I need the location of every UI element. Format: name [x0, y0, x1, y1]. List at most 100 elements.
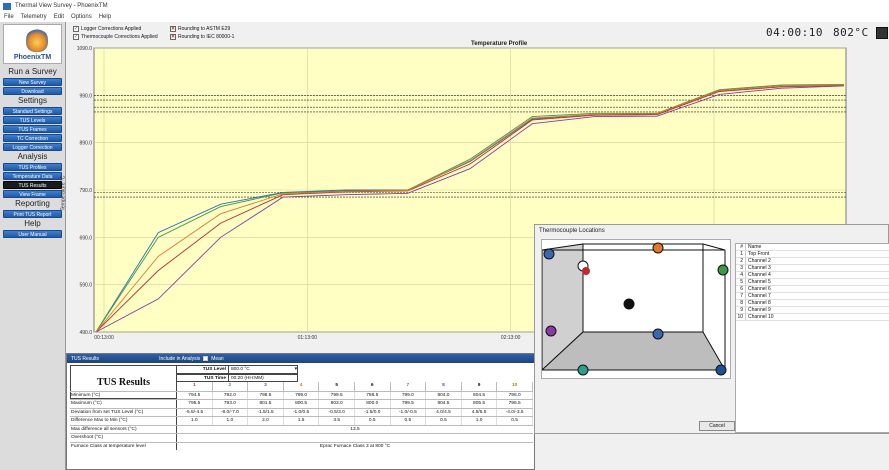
astm-rounding-option[interactable]: ✕ Rounding to ASTM E29: [170, 26, 230, 32]
channel-header: 3: [248, 382, 284, 391]
table-cell: 800.0: [355, 400, 391, 408]
view-frame-button[interactable]: View Frame: [3, 190, 62, 198]
table-cell: 799.0: [391, 391, 427, 399]
table-cell: -4.0/-3.5: [497, 408, 533, 416]
item-name: Channel 5: [748, 279, 771, 285]
temperature-data-button[interactable]: Temperature Data: [3, 172, 62, 180]
tus-levels-button[interactable]: TUS Levels: [3, 116, 62, 124]
list-item[interactable]: 3 Channel 3: [736, 265, 889, 272]
table-cell: -8.0/-7.0: [213, 408, 249, 416]
list-item[interactable]: 2 Channel 2: [736, 258, 889, 265]
phoenix-flame-icon: [26, 28, 48, 52]
thermocouple-list: # Name 1 Top Front 2 Channel 2 3 Channel 3 4 Cha…: [735, 243, 889, 433]
download-button[interactable]: Download: [3, 87, 62, 95]
list-item[interactable]: 8 Channel 8: [736, 300, 889, 307]
item-number: 7: [736, 293, 746, 299]
cancel-button[interactable]: Cancel: [699, 421, 735, 431]
tus-level-block: TUS Level 800.0 °C ▾ TUS Time 00:20 (HH:M…: [177, 365, 298, 382]
menu-options[interactable]: Options: [71, 14, 92, 20]
readout-temp: 802°C: [832, 25, 869, 39]
item-number: 2: [736, 258, 746, 264]
item-name: Channel 2: [748, 258, 771, 264]
table-cell: 800.5: [284, 400, 320, 408]
item-number: 1: [736, 251, 746, 257]
list-item[interactable]: 4 Channel 4: [736, 272, 889, 279]
table-cell: 1.0: [213, 417, 249, 425]
menu-edit[interactable]: Edit: [54, 14, 64, 20]
section-settings: Settings: [18, 96, 47, 105]
y-tick-label: 690.0: [79, 235, 92, 241]
max-diff-label: Max difference all sensors (°C): [70, 425, 177, 433]
table-cell: 0.5: [391, 417, 427, 425]
table-cell: -1.5/1.5: [248, 408, 284, 416]
furnace-3d-view: [540, 239, 731, 379]
list-item[interactable]: 6 Channel 6: [736, 286, 889, 293]
item-name: Channel 4: [748, 272, 771, 278]
x-tick-label: 02:13:00: [501, 335, 521, 341]
tus-level-select[interactable]: 800.0 °C ▾: [229, 366, 297, 373]
menu-file[interactable]: File: [4, 14, 14, 20]
window-title: Thermal View Survey - PhoenixTM: [15, 3, 108, 9]
table-cell: 792.0: [213, 391, 249, 399]
table-cell: 796.5: [497, 400, 533, 408]
app-icon: [3, 2, 11, 10]
table-cell: 799.5: [319, 391, 355, 399]
tus-results-button[interactable]: TUS Results: [3, 181, 62, 189]
table-cell: 798.5: [248, 391, 284, 399]
tus-data-rows: Minimum (°C) 794.5 792.0 798.5 799.0 799.5 798…: [70, 390, 533, 450]
row-label: Difference Max to Min (°C): [70, 417, 177, 425]
standard-settings-button[interactable]: Standard Settings: [3, 107, 62, 115]
section-run-survey: Run a Survey: [8, 67, 57, 76]
readout-time: 04:00:10: [766, 25, 823, 39]
table-cell: 0.5: [497, 417, 533, 425]
logger-correction-button[interactable]: Logger Correction: [3, 143, 62, 151]
y-tick-label: 1090.0: [77, 46, 93, 52]
furnace-cube-svg: [540, 242, 729, 376]
max-diff-row: Max difference all sensors (°C) 13.5: [70, 424, 533, 433]
list-item[interactable]: 7 Channel 7: [736, 293, 889, 300]
cross-icon[interactable]: ✕: [170, 26, 176, 32]
table-cell: 805.5: [462, 400, 498, 408]
table-cell: 799.0: [284, 391, 320, 399]
section-reporting: Reporting: [15, 199, 50, 208]
new-survey-button[interactable]: New Survey: [3, 78, 62, 86]
channel-header: 9: [462, 382, 498, 391]
y-tick-label: 490.0: [79, 330, 92, 336]
table-cell: 803.0: [319, 400, 355, 408]
menu-help[interactable]: Help: [99, 14, 111, 20]
list-item[interactable]: 10 Channel 10: [736, 314, 889, 321]
mean-checkbox[interactable]: [203, 356, 209, 361]
list-item[interactable]: 5 Channel 5: [736, 279, 889, 286]
table-cell: 804.0: [426, 391, 462, 399]
user-manual-button[interactable]: User Manual: [3, 230, 62, 238]
tus-time-value: 00:20 (HH:MM): [231, 375, 264, 381]
list-item[interactable]: 9 Channel 9: [736, 307, 889, 314]
table-cell: 0.5: [355, 417, 391, 425]
y-tick-label: 790.0: [79, 188, 92, 194]
logger-corrections-label: Logger Corrections Applied: [81, 26, 142, 32]
menu-telemetry[interactable]: Telemetry: [21, 14, 47, 20]
logger-corrections-option[interactable]: ✓ Logger Corrections Applied: [73, 26, 141, 32]
tc-correction-button[interactable]: TC Correction: [3, 134, 62, 142]
chart-title: Temperature Profile: [471, 41, 528, 47]
row-label: Deviation from set TUS Level (°C): [70, 408, 177, 416]
y-tick-label: 890.0: [79, 141, 92, 147]
furnace-class-label: Furnace Class at temperature level: [70, 442, 177, 450]
tus-panel-title: TUS Results: [71, 355, 100, 362]
print-tus-report-button[interactable]: Print TUS Report: [3, 210, 62, 218]
tus-frames-button[interactable]: TUS Frames: [3, 125, 62, 133]
astm-label: Rounding to ASTM E29: [178, 26, 231, 32]
channel-header: 8: [426, 382, 462, 391]
tus-profiles-button[interactable]: TUS Profiles: [3, 163, 62, 171]
y-axis-label: Temperature °C: [60, 175, 67, 211]
x-tick-label: 01:13:00: [298, 335, 318, 341]
item-number: 3: [736, 265, 746, 271]
check-icon[interactable]: ✓: [73, 26, 79, 32]
tus-time-label: TUS Time: [177, 374, 229, 381]
include-analysis: Include in Analysis Mean: [159, 356, 224, 362]
channel-header: 10: [497, 382, 533, 391]
col-name-header: Name: [748, 244, 762, 250]
item-number: 6: [736, 286, 746, 292]
list-item[interactable]: 1 Top Front: [736, 251, 889, 258]
table-cell: 804.5: [462, 391, 498, 399]
